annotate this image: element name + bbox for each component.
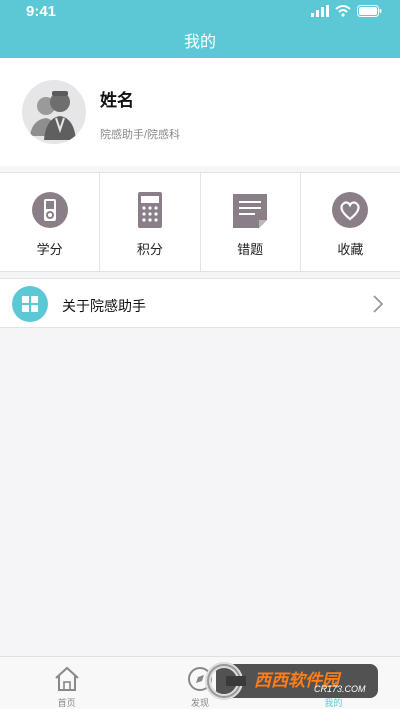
- grid-item-label: 学分: [36, 242, 63, 257]
- wifi-icon: [335, 5, 351, 17]
- heart-icon: [332, 192, 369, 228]
- medal-icon: [31, 192, 68, 228]
- grid-item-credits[interactable]: 学分: [0, 173, 101, 271]
- grid-item-mistakes[interactable]: 错题: [201, 173, 301, 271]
- document-icon: [233, 194, 268, 228]
- signal-icon: [311, 5, 329, 17]
- tab-home[interactable]: 首页: [0, 657, 133, 709]
- avatar[interactable]: [22, 80, 86, 144]
- profile-subtitle: 院感助手/院感科: [100, 129, 181, 141]
- watermark-url: CR173.COM: [314, 684, 366, 694]
- tab-label: 首页: [57, 698, 76, 708]
- status-icons: [311, 5, 382, 17]
- about-label: 关于院感助手: [62, 298, 146, 314]
- page-title: 我的: [183, 34, 216, 51]
- grid-item-label: 收藏: [337, 242, 364, 257]
- about-row[interactable]: 关于院感助手: [0, 278, 400, 328]
- watermark-logo-icon: [205, 662, 246, 700]
- profile-card[interactable]: 姓名 院感助手/院感科: [0, 58, 400, 166]
- grid-item-favorites[interactable]: 收藏: [301, 173, 400, 271]
- chevron-right-icon: [373, 295, 384, 313]
- header-bar: 9:41 我的: [0, 0, 400, 58]
- grid-item-label: 积分: [136, 242, 163, 257]
- status-bar: 9:41: [0, 0, 400, 22]
- doctors-avatar-icon: [30, 91, 76, 140]
- grid-item-label: 错题: [237, 242, 264, 257]
- feature-grid: 学分 积分 错题 收藏: [0, 172, 400, 272]
- status-time: 9:41: [26, 3, 57, 20]
- home-icon: [54, 666, 79, 691]
- grid-squares-icon: [12, 286, 48, 322]
- profile-name: 姓名: [100, 91, 134, 110]
- grid-item-points[interactable]: 积分: [100, 173, 201, 271]
- battery-icon: [357, 5, 382, 17]
- calculator-icon: [137, 192, 162, 228]
- watermark: 西西软件园 CR173.COM: [196, 658, 382, 704]
